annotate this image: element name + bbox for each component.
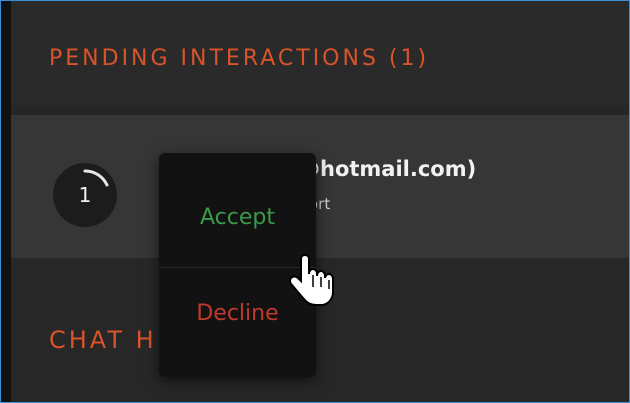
left-edge (1, 1, 11, 402)
chat-section-title: CHAT H (49, 326, 157, 354)
contact-name: @hotmail.com) (299, 157, 477, 181)
pending-count: 1 (78, 183, 92, 207)
pending-section-title: PENDING INTERACTIONS (1) (49, 46, 430, 71)
hand-pointer-icon (288, 253, 334, 306)
pending-section-header: PENDING INTERACTIONS (1) (11, 1, 629, 105)
accept-menu-item[interactable]: Accept (159, 189, 316, 245)
pending-count-badge: 1 (53, 163, 117, 227)
pending-interaction-row[interactable]: 1 @hotmail.com) ort (11, 115, 629, 258)
app-window: PENDING INTERACTIONS (1) 1 @hotmail.com)… (0, 0, 630, 403)
